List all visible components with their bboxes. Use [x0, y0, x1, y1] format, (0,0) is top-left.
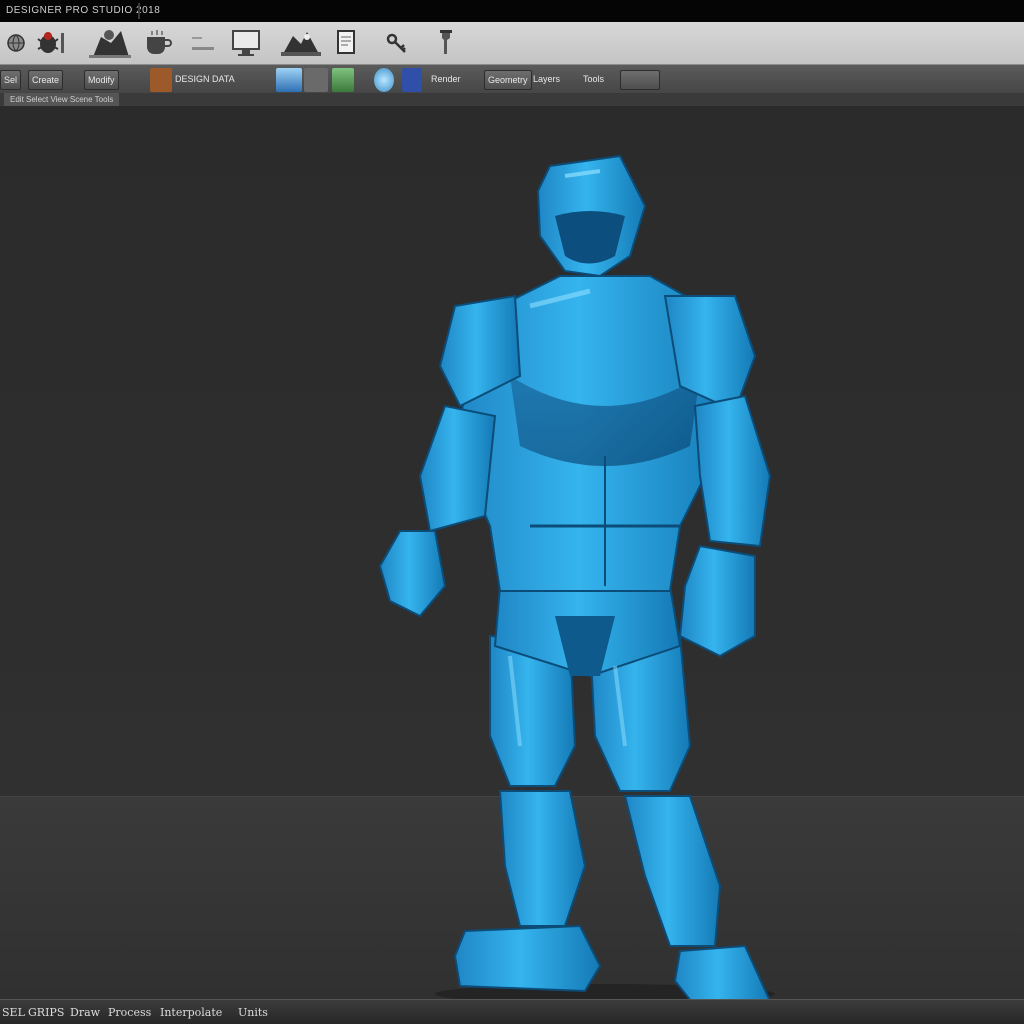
empty-tool-icon[interactable]	[188, 26, 218, 60]
main-toolbar	[0, 22, 1024, 65]
design-data-label: DESIGN DATA	[175, 74, 235, 84]
bug-icon[interactable]	[30, 26, 70, 60]
app-window: DESIGNER PRO STUDIO 2018 Sel Create Modi…	[0, 0, 1024, 1024]
robot-model[interactable]	[360, 146, 800, 999]
status-item-grips[interactable]: GRIPS	[28, 1005, 64, 1020]
secondary-toolbar: Sel Create Modify DESIGN DATA Render Geo…	[0, 65, 1024, 94]
tab-select[interactable]: Sel	[0, 70, 22, 90]
title-bar: DESIGNER PRO STUDIO 2018	[0, 0, 1024, 22]
layer-thumbnail-icon[interactable]	[304, 68, 328, 92]
status-item-interpolate[interactable]: Interpolate	[160, 1005, 222, 1020]
globe-icon[interactable]	[2, 26, 30, 60]
extra-button[interactable]	[620, 70, 660, 90]
material-swatch-icon[interactable]	[150, 68, 172, 92]
status-item-units[interactable]: Units	[238, 1005, 268, 1020]
camera-icon[interactable]	[278, 26, 324, 60]
tab-modify[interactable]: Modify	[84, 70, 119, 90]
title-separator	[138, 3, 140, 19]
sphere-icon[interactable]	[374, 68, 394, 92]
3d-viewport[interactable]	[0, 106, 1024, 999]
tools-label: Tools	[583, 74, 605, 84]
layers-label: Layers	[533, 74, 561, 84]
blue-box-icon[interactable]	[402, 68, 422, 92]
viewport-thumbnail-icon[interactable]	[276, 68, 302, 92]
document-icon[interactable]	[332, 26, 360, 60]
status-item-sel[interactable]: SEL	[2, 1005, 25, 1020]
geometry-field[interactable]: Geometry	[484, 70, 532, 90]
tab-create[interactable]: Create	[28, 70, 64, 90]
render-label: Render	[431, 74, 461, 84]
wrench-icon[interactable]	[430, 26, 460, 60]
figure-icon[interactable]	[85, 26, 135, 60]
options-bar: Edit Select View Scene Tools	[0, 93, 1024, 106]
monitor-icon[interactable]	[228, 26, 264, 60]
status-item-draw[interactable]: Draw	[70, 1005, 100, 1020]
landscape-icon[interactable]	[332, 68, 354, 92]
status-bar: SEL GRIPS Draw Process Interpolate Units	[0, 999, 1024, 1024]
key-icon[interactable]	[380, 26, 412, 60]
coffee-icon[interactable]	[140, 26, 176, 60]
status-item-process[interactable]: Process	[108, 1005, 151, 1020]
options-label: Edit Select View Scene Tools	[4, 93, 120, 106]
